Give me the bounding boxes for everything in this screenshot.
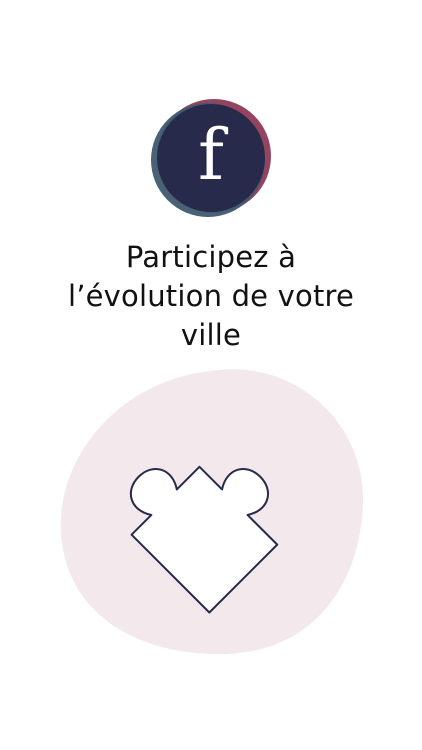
app-logo: f: [148, 95, 274, 221]
headline-line-1: Participez à: [125, 240, 297, 274]
page-title: Participez à l’évolution de votre ville: [20, 238, 402, 355]
headline-line-3: ville: [180, 318, 242, 352]
headline-line-2: l’évolution de votre: [67, 279, 355, 313]
logo-letter: f: [198, 114, 224, 196]
puzzle-illustration: [55, 362, 375, 662]
